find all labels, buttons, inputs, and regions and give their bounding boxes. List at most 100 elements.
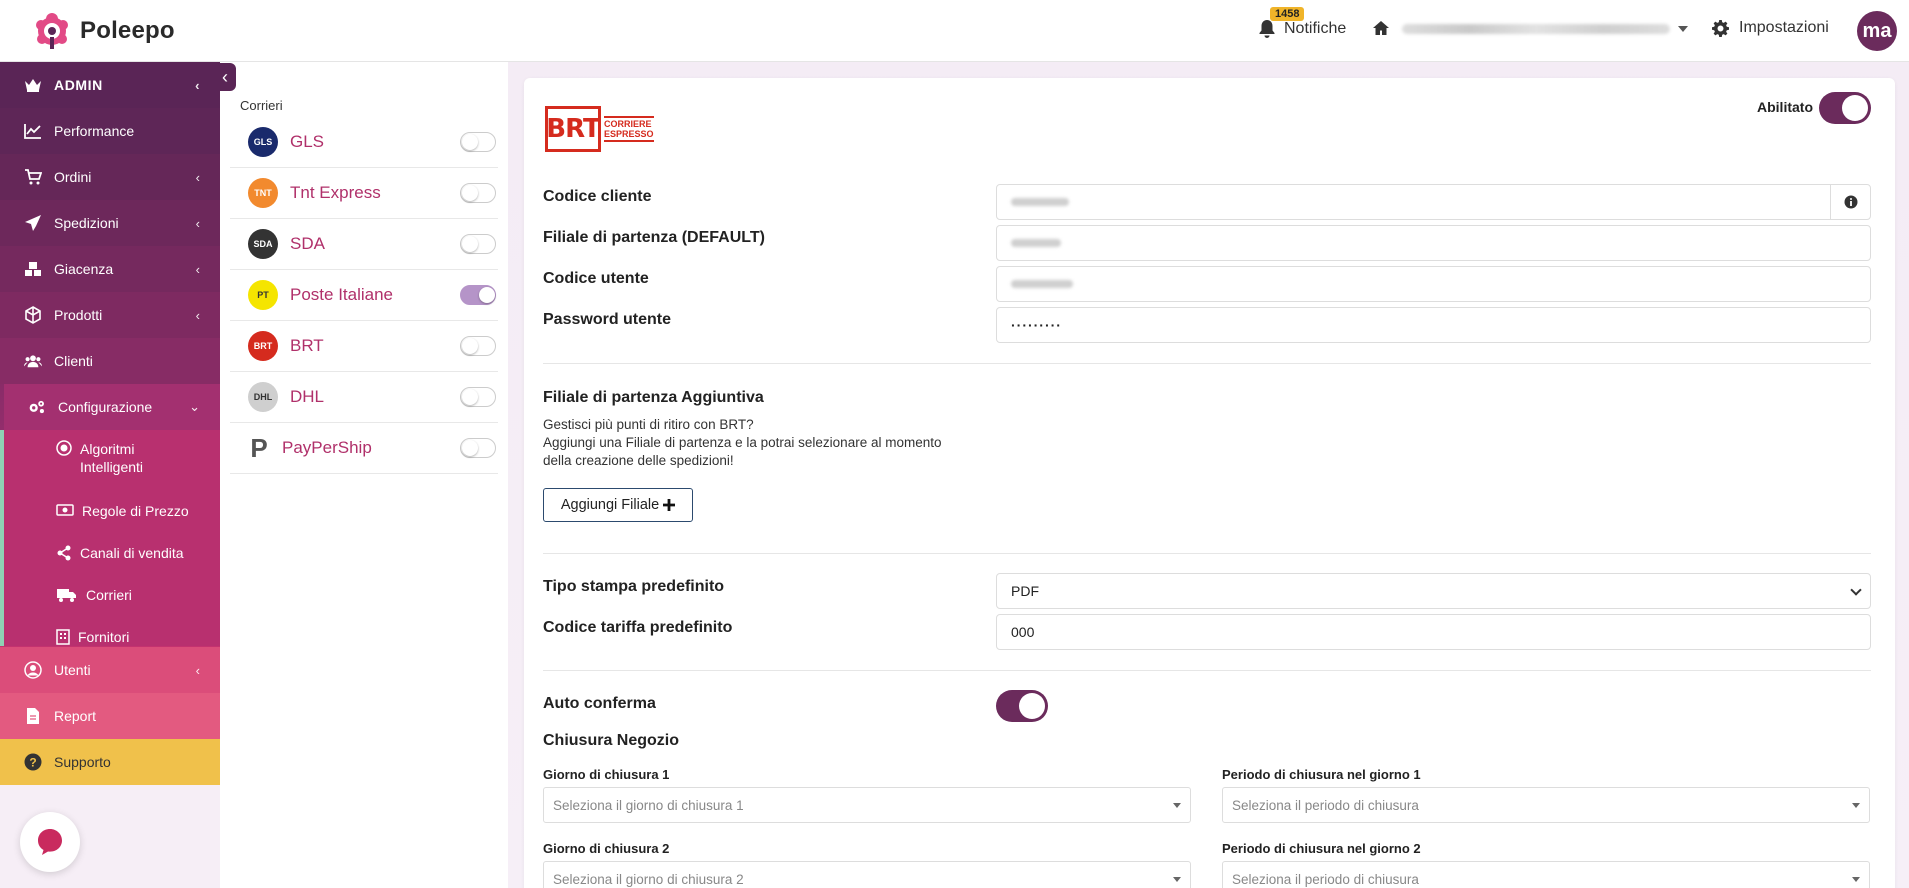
chevron-left-icon: ‹ (195, 215, 200, 231)
user-circle-icon (24, 661, 42, 679)
sidebar-item-spedizioni[interactable]: Spedizioni ‹ (0, 200, 220, 246)
chevron-left-icon: ‹ (222, 66, 228, 87)
sidebar-subitem-algoritmi[interactable]: Algoritmi Intelligenti (56, 440, 200, 476)
carrier-enabled-toggle[interactable] (460, 387, 496, 407)
carrier-name: DHL (290, 387, 325, 406)
settings-label: Impostazioni (1739, 19, 1829, 36)
sidebar-item-admin[interactable]: ADMIN ‹ (0, 62, 220, 108)
document-icon (24, 707, 42, 725)
sidebar-item-clienti[interactable]: Clienti (0, 338, 220, 384)
sidebar-subitem-label: Canali di vendita (80, 545, 184, 561)
sidebar-item-utenti[interactable]: Utenti ‹ (0, 647, 220, 693)
periodo-chiusura-2-label: Periodo di chiusura nel giorno 2 (1222, 841, 1421, 856)
carrier-logo-icon: GLS (248, 127, 278, 157)
carrier-row[interactable]: BRT BRT (230, 321, 498, 372)
codice-utente-label: Codice utente (543, 270, 649, 287)
carrier-enabled-toggle[interactable] (460, 336, 496, 356)
settings-button[interactable]: Impostazioni (1712, 19, 1829, 37)
carrier-row[interactable]: DHL DHL (230, 372, 498, 423)
codice-utente-input[interactable] (996, 266, 1871, 302)
sidebar-item-label: Ordini (54, 169, 92, 185)
app-logo[interactable]: Poleepo (30, 9, 175, 53)
carrier-name: SDA (290, 234, 325, 253)
auto-conferma-label: Auto conferma (543, 695, 656, 712)
users-icon (24, 352, 42, 370)
sidebar-item-label: Utenti (54, 662, 91, 678)
auto-conferma-toggle[interactable] (996, 690, 1048, 722)
giorno-chiusura-1-select[interactable]: Seleziona il giorno di chiusura 1 (543, 787, 1191, 823)
sidebar-item-label: Spedizioni (54, 215, 119, 231)
sidebar-item-ordini[interactable]: Ordini ‹ (0, 154, 220, 200)
store-selector[interactable] (1402, 20, 1688, 38)
carrier-name: GLS (290, 132, 325, 151)
codice-tariffa-label: Codice tariffa predefinito (543, 619, 733, 636)
sidebar-item-report[interactable]: Report (0, 693, 220, 739)
sidebar-collapse-button[interactable]: ‹ (214, 63, 236, 91)
cart-icon (24, 168, 42, 186)
sidebar-subitem-canali-vendita[interactable]: Canali di vendita (56, 545, 184, 564)
tipo-stampa-select[interactable]: PDF (996, 573, 1871, 609)
sidebar-item-label: Supporto (54, 754, 111, 770)
sidebar-subitem-label: Fornitori (78, 629, 130, 645)
codice-cliente-input[interactable] (996, 184, 1871, 220)
carrier-row[interactable]: P PayPerShip (230, 423, 498, 474)
aggiungi-filiale-label: Aggiungi Filiale (560, 497, 660, 513)
sidebar-subitem-regole-prezzo[interactable]: Regole di Prezzo (56, 503, 189, 520)
target-icon (56, 440, 72, 459)
sidebar-item-configurazione[interactable]: Configurazione ⌄ (4, 384, 220, 430)
sidebar-subitem-corrieri[interactable]: Corrieri (56, 587, 132, 606)
crown-icon (24, 76, 42, 94)
brt-logo-tagline-2: ESPRESSO (604, 129, 654, 139)
sidebar: ADMIN ‹ Performance Ordini ‹ Spedizioni … (0, 62, 220, 888)
codice-cliente-label: Codice cliente (543, 188, 652, 205)
notifications-button[interactable]: Notifiche (1258, 19, 1346, 39)
carrier-logo-icon: DHL (248, 382, 278, 412)
giorno-chiusura-2-label: Giorno di chiusura 2 (543, 841, 670, 856)
periodo-chiusura-2-placeholder: Seleziona il periodo di chiusura (1232, 871, 1419, 887)
sidebar-item-prodotti[interactable]: Prodotti ‹ (0, 292, 220, 338)
cube-icon (24, 306, 42, 324)
chevron-down-icon (1850, 584, 1862, 596)
info-button[interactable] (1830, 185, 1870, 219)
password-input[interactable]: ········· (996, 307, 1871, 343)
carrier-row[interactable]: PT Poste Italiane (230, 270, 498, 321)
sidebar-item-performance[interactable]: Performance (0, 108, 220, 154)
carrier-enabled-toggle[interactable] (460, 234, 496, 254)
sidebar-subitem-label: Algoritmi Intelligenti (80, 441, 144, 475)
giorno-chiusura-1-placeholder: Seleziona il giorno di chiusura 1 (553, 797, 744, 813)
giorno-chiusura-2-select[interactable]: Seleziona il giorno di chiusura 2 (543, 861, 1191, 888)
carrier-logo-icon: PT (248, 280, 278, 310)
periodo-chiusura-1-select[interactable]: Seleziona il periodo di chiusura (1222, 787, 1870, 823)
filiale-aggiuntiva-title: Filiale di partenza Aggiuntiva (543, 389, 764, 406)
carrier-name: PayPerShip (282, 438, 372, 457)
filiale-default-input[interactable] (996, 225, 1871, 261)
chevron-left-icon: ‹ (195, 169, 200, 185)
carrier-enabled-toggle[interactable] (460, 285, 496, 305)
carrier-enabled-toggle[interactable] (460, 438, 496, 458)
sidebar-item-giacenza[interactable]: Giacenza ‹ (0, 246, 220, 292)
carrier-row[interactable]: SDA SDA (230, 219, 498, 270)
carrier-name: Tnt Express (290, 183, 381, 202)
home-icon[interactable] (1372, 20, 1390, 36)
carrier-row[interactable]: GLS GLS (230, 117, 498, 168)
chat-widget-button[interactable] (20, 812, 80, 872)
question-circle-icon: ? (24, 753, 42, 771)
carrier-enabled-toggle[interactable] (1819, 92, 1871, 124)
filiale-help-text: Gestisci più punti di ritiro con BRT? Ag… (543, 416, 943, 470)
carrier-name: BRT (290, 336, 324, 355)
user-avatar[interactable]: ma (1857, 11, 1897, 51)
sidebar-item-label: ADMIN (54, 77, 103, 93)
app-name: Poleepo (80, 17, 175, 44)
sidebar-submenu: Algoritmi Intelligenti Regole di Prezzo … (0, 430, 220, 646)
codice-tariffa-input[interactable]: 000 (996, 614, 1871, 650)
caret-down-icon (1852, 877, 1860, 882)
divider (543, 553, 1871, 554)
periodo-chiusura-2-select[interactable]: Seleziona il periodo di chiusura (1222, 861, 1870, 888)
sidebar-subitem-fornitori[interactable]: Fornitori (56, 629, 129, 648)
enabled-label: Abilitato (1757, 99, 1813, 115)
carrier-enabled-toggle[interactable] (460, 183, 496, 203)
carrier-enabled-toggle[interactable] (460, 132, 496, 152)
carrier-row[interactable]: TNT Tnt Express (230, 168, 498, 219)
sidebar-item-supporto[interactable]: ? Supporto (0, 739, 220, 785)
aggiungi-filiale-button[interactable]: Aggiungi Filiale (543, 488, 693, 522)
